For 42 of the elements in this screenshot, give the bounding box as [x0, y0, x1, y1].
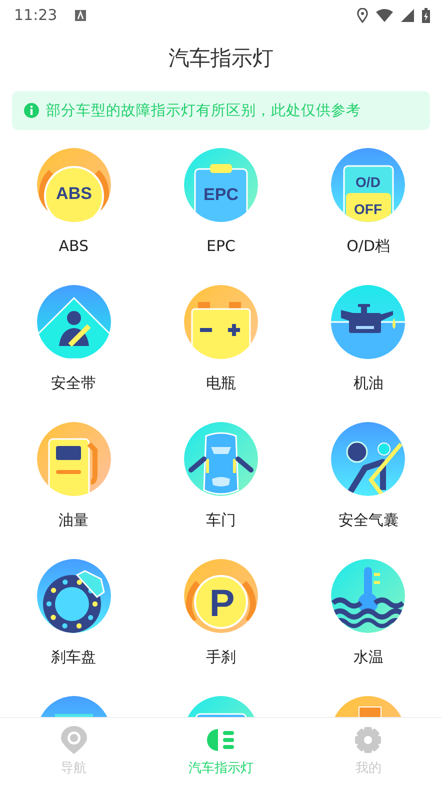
icon-text: EPC: [204, 185, 238, 204]
parking-brake-icon: [184, 559, 258, 633]
icon-text: P: [209, 583, 235, 625]
notice-text: 部分车型的故障指示灯有所区别，此处仅供参考: [46, 102, 361, 120]
signal-icon: [401, 8, 414, 22]
light-name: 油量: [58, 512, 89, 528]
light-name: 车门: [206, 512, 236, 528]
fuel-pump-icon: [36, 422, 111, 496]
airbag-icon: [331, 422, 406, 496]
location-pin-icon: [60, 726, 87, 754]
brake-disc-icon: [36, 559, 111, 633]
settings-icon: [355, 727, 382, 753]
light-name: EPC: [206, 238, 236, 254]
page-title: 汽车指示灯: [168, 45, 274, 72]
location-icon: [357, 8, 368, 22]
light-name: 机油: [353, 375, 384, 391]
light-name: 水温: [353, 649, 384, 665]
wifi-icon: [376, 8, 393, 22]
light-name: 手刹: [206, 649, 236, 665]
thermometer-icon: [331, 559, 406, 633]
brake-warning-icon: [36, 148, 111, 222]
icon-text: O/D: [356, 174, 381, 190]
light-name: ABS: [58, 238, 89, 254]
car-doors-icon: [184, 422, 258, 496]
light-name: O/D档: [346, 238, 390, 254]
info-icon: [24, 103, 39, 118]
seatbelt-icon: [36, 285, 111, 359]
icon-text: OFF: [354, 201, 382, 217]
gear-shift-icon: [331, 148, 406, 222]
headlight-icon: [206, 728, 236, 752]
battery-charging-icon: [422, 8, 430, 22]
clipboard-icon: [184, 148, 258, 222]
light-name: 刹车盘: [51, 649, 96, 665]
keyboard-indicator-icon: [75, 10, 86, 20]
icon-text: ABS: [56, 184, 92, 203]
light-name: 安全气囊: [338, 512, 398, 528]
light-name: 电瓶: [206, 375, 236, 391]
battery-icon: [184, 285, 258, 359]
nav-tab[interactable]: 汽车指示灯: [147, 718, 295, 785]
oil-can-icon: [331, 285, 406, 359]
light-name: 安全带: [51, 375, 96, 391]
clock-time: 11:23: [14, 6, 58, 24]
